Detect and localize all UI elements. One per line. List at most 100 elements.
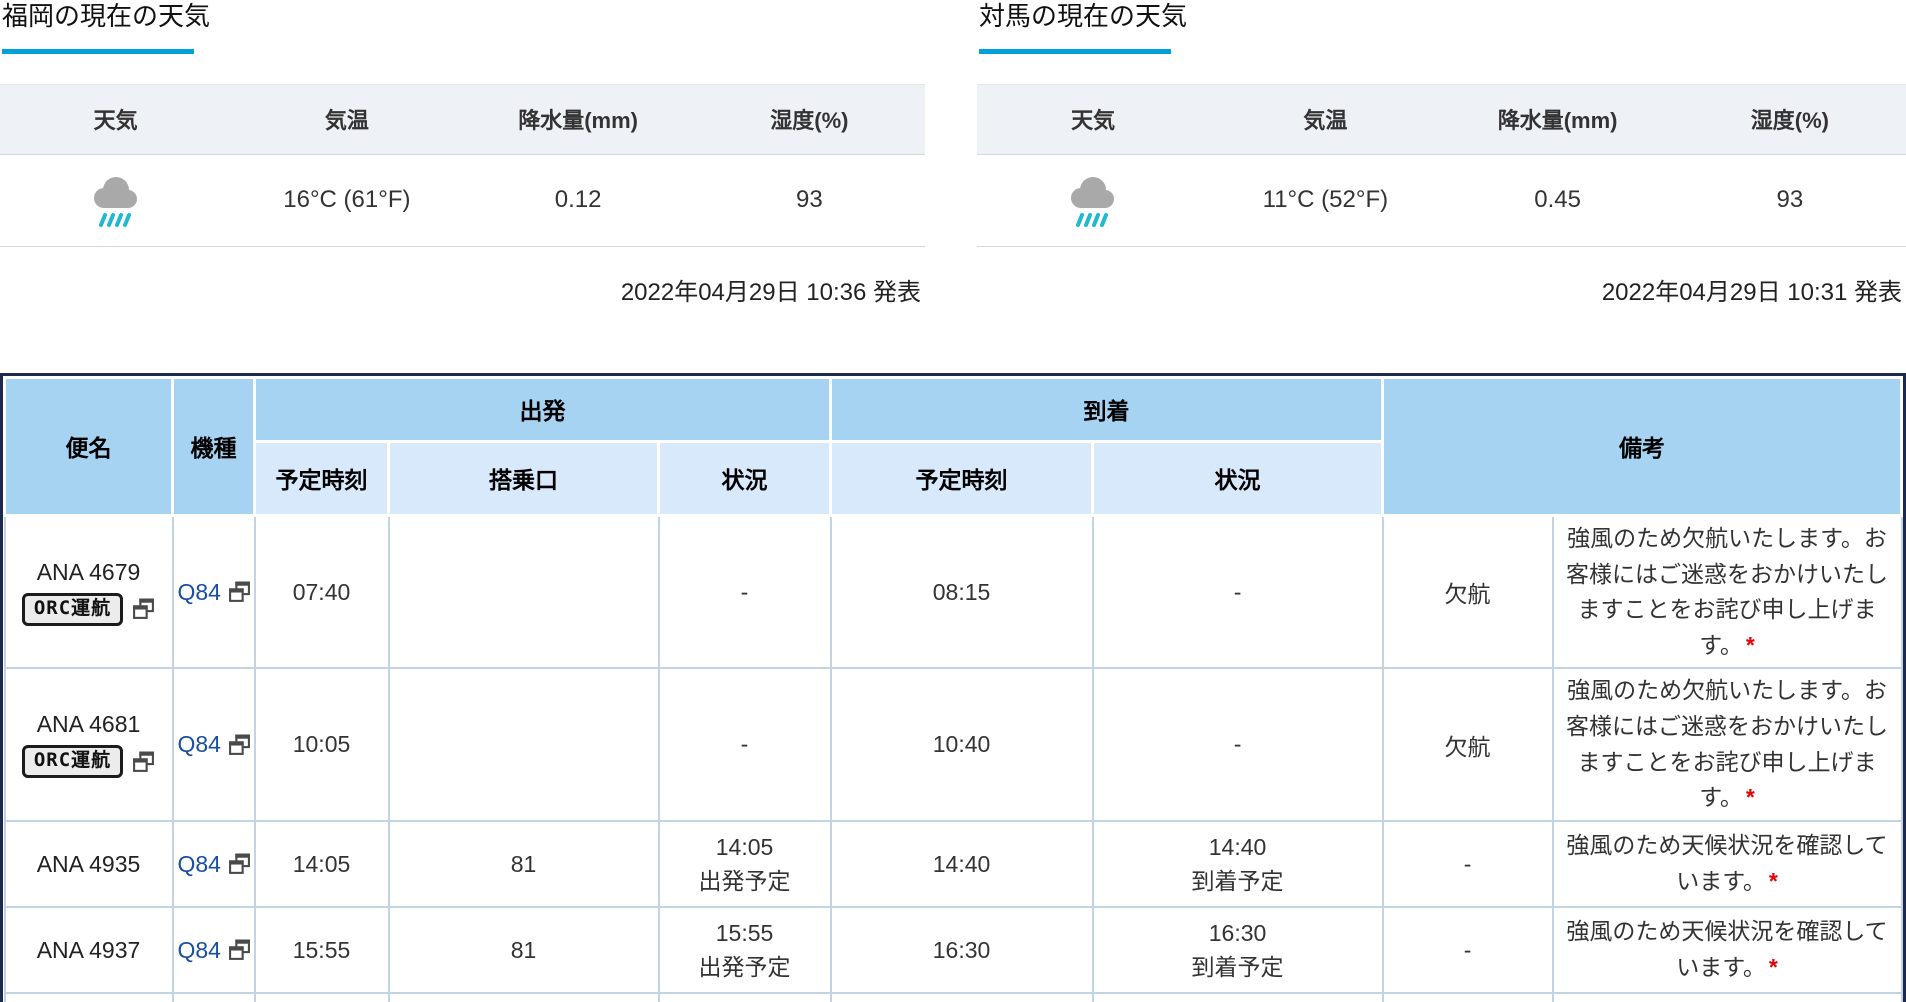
weather-data-row: 11°C (52°F) 0.45 93	[977, 154, 1906, 247]
remark-text: 強風のため欠航いたします。お客様にはご迷惑をおかけいたしますことをお詫び申し上げ…	[1566, 524, 1889, 658]
aircraft-cell: Q84	[171, 667, 256, 823]
operator-badge[interactable]: ORC運航	[21, 745, 124, 779]
precipitation-value: 0.45	[1441, 154, 1674, 247]
header-dep-gate: 搭乗口	[387, 439, 660, 517]
flight-row: ANA 4937 Q84 15:55 81 15:55 出発予定 16:30 1…	[3, 906, 1903, 995]
flight-status-table-wrap: 便名 機種 出発 到着 備考 予定時刻 搭乗口 状況 予定時刻 状況 ANA 4…	[0, 372, 1906, 1002]
aircraft-cell: Q84	[171, 514, 256, 670]
page-title: 対馬の現在の天気	[979, 1, 1188, 31]
remark-asterisk: *	[1745, 631, 1755, 658]
flight-number-cell: ANA 4937	[3, 906, 174, 995]
arr-status-cell: -	[1091, 514, 1384, 670]
flight-row: ANA 4681 ORC運航 Q84 10:05 - 10:40 - 欠航 強風…	[3, 667, 1903, 823]
header-arr-scheduled: 予定時刻	[829, 439, 1095, 517]
operator-badge-link[interactable]: ORC運航	[10, 745, 168, 779]
rain-cloud-icon	[93, 177, 137, 228]
arr-time-cell: 18:45	[829, 992, 1094, 1002]
dep-status-cell: -	[657, 514, 832, 670]
remarks-cell: 強風のため欠航いたします。お客様にはご迷惑をおかけいたしますことをお詫び申し上げ…	[1551, 514, 1903, 670]
arr-status-cell: 14:40 到着予定	[1091, 820, 1384, 909]
flight-number-cell: ANA 4681 ORC運航	[3, 667, 174, 823]
header-arr-status: 状況	[1091, 439, 1385, 517]
remarks-cell: 強風のため天候状況を確認しています。*	[1551, 992, 1903, 1002]
temperature-value: 16°C (61°F)	[231, 154, 463, 247]
column-header-precipitation: 降水量(mm)	[1441, 83, 1674, 155]
arr-status-cell: 18:45 到着予定	[1091, 992, 1384, 1002]
flight-number: ANA 4937	[36, 936, 141, 963]
weather-table: 天気 気温 降水量(mm) 湿度(%)	[0, 83, 925, 247]
open-new-window-icon[interactable]	[228, 939, 251, 961]
arr-time-cell: 16:30	[829, 906, 1094, 995]
page-title: 福岡の現在の天気	[2, 1, 211, 31]
title-underline	[2, 48, 194, 54]
aircraft-cell: Q84	[171, 906, 256, 995]
weather-table: 天気 気温 降水量(mm) 湿度(%)	[977, 83, 1906, 247]
dep-time-cell: 07:40	[253, 514, 390, 670]
column-header-humidity: 湿度(%)	[693, 83, 925, 155]
open-new-window-icon[interactable]	[228, 734, 251, 756]
flight-status-cell: 欠航	[1381, 667, 1554, 823]
column-header-temperature: 気温	[1209, 83, 1442, 155]
open-new-window-icon[interactable]	[132, 598, 155, 620]
open-new-window-icon[interactable]	[228, 853, 251, 875]
dep-time-cell: 15:55	[253, 906, 390, 995]
column-header-temperature: 気温	[231, 83, 463, 155]
operator-badge[interactable]: ORC運航	[21, 592, 124, 626]
aircraft-link[interactable]: Q84	[178, 731, 251, 758]
header-flight: 便名	[3, 375, 174, 517]
weather-data-row: 16°C (61°F) 0.12 93	[0, 154, 925, 247]
header-aircraft: 機種	[171, 375, 256, 517]
remark-asterisk: *	[1768, 868, 1778, 895]
flight-number-cell: ANA 4679 ORC運航	[3, 514, 174, 670]
flight-number: ANA 4935	[36, 850, 141, 877]
header-departure: 出発	[252, 375, 833, 443]
aircraft-type[interactable]: Q84	[178, 731, 221, 758]
weather-condition-cell	[0, 154, 232, 247]
weather-panel-fukuoka: 福岡の現在の天気 天気 気温 降水量(mm) 湿度(%) 16°C (61°F)…	[0, 1, 925, 307]
aircraft-cell: Q84	[171, 992, 256, 1002]
aircraft-type[interactable]: Q84	[178, 851, 221, 878]
temperature-value: 11°C (52°F)	[1209, 154, 1442, 247]
aircraft-link[interactable]: Q84	[178, 579, 251, 606]
humidity-value: 93	[693, 154, 925, 247]
remarks-cell: 強風のため天候状況を確認しています。*	[1551, 906, 1903, 995]
flight-status-cell: -	[1381, 992, 1554, 1002]
flight-row: ANA 4935 Q84 14:05 81 14:05 出発予定 14:40 1…	[3, 820, 1903, 909]
column-header-humidity: 湿度(%)	[1673, 83, 1906, 155]
flight-status-cell: -	[1381, 906, 1554, 995]
flight-row: ANA 4939 Q84 18:10 81 18:10 出発予定 18:45 1…	[3, 992, 1903, 1002]
open-new-window-icon[interactable]	[228, 581, 251, 603]
column-header-weather: 天気	[977, 83, 1210, 155]
aircraft-type[interactable]: Q84	[178, 579, 221, 606]
header-remarks: 備考	[1381, 375, 1903, 517]
aircraft-link[interactable]: Q84	[178, 937, 251, 964]
dep-status-cell: 14:05 出発予定	[657, 820, 832, 909]
precipitation-value: 0.12	[462, 154, 694, 247]
aircraft-type[interactable]: Q84	[178, 937, 221, 964]
flight-number-cell: ANA 4935	[3, 820, 174, 909]
weather-condition-cell	[977, 154, 1210, 247]
flight-row: ANA 4679 ORC運航 Q84 07:40 - 08:15 - 欠航 強風…	[3, 514, 1903, 670]
announced-timestamp: 2022年04月29日 10:36 発表	[620, 278, 921, 306]
open-new-window-icon[interactable]	[132, 751, 155, 773]
dep-status-cell: 18:10 出発予定	[657, 992, 832, 1002]
dep-status-cell: 15:55 出発予定	[657, 906, 832, 995]
column-header-weather: 天気	[0, 83, 232, 155]
gate-cell: 81	[387, 820, 660, 909]
gate-cell	[387, 667, 660, 823]
aircraft-link[interactable]: Q84	[178, 851, 251, 878]
gate-cell: 81	[387, 992, 660, 1002]
remark-text: 強風のため天候状況を確認しています。	[1566, 832, 1888, 895]
humidity-value: 93	[1673, 154, 1906, 247]
arr-time-cell: 08:15	[829, 514, 1094, 670]
flight-status-cell: 欠航	[1381, 514, 1554, 670]
dep-time-cell: 14:05	[253, 820, 390, 909]
weather-panel-tsushima: 対馬の現在の天気 天気 気温 降水量(mm) 湿度(%) 11°C (52°F)…	[977, 1, 1906, 307]
operator-badge-link[interactable]: ORC運航	[10, 592, 168, 626]
remark-text: 強風のため天候状況を確認しています。	[1566, 918, 1888, 981]
arr-status-cell: -	[1091, 667, 1384, 823]
arr-status-cell: 16:30 到着予定	[1091, 906, 1384, 995]
dep-time-cell: 10:05	[253, 667, 390, 823]
remarks-cell: 強風のため天候状況を確認しています。*	[1551, 820, 1903, 909]
weather-section: 福岡の現在の天気 天気 気温 降水量(mm) 湿度(%) 16°C (61°F)…	[0, 0, 1906, 307]
